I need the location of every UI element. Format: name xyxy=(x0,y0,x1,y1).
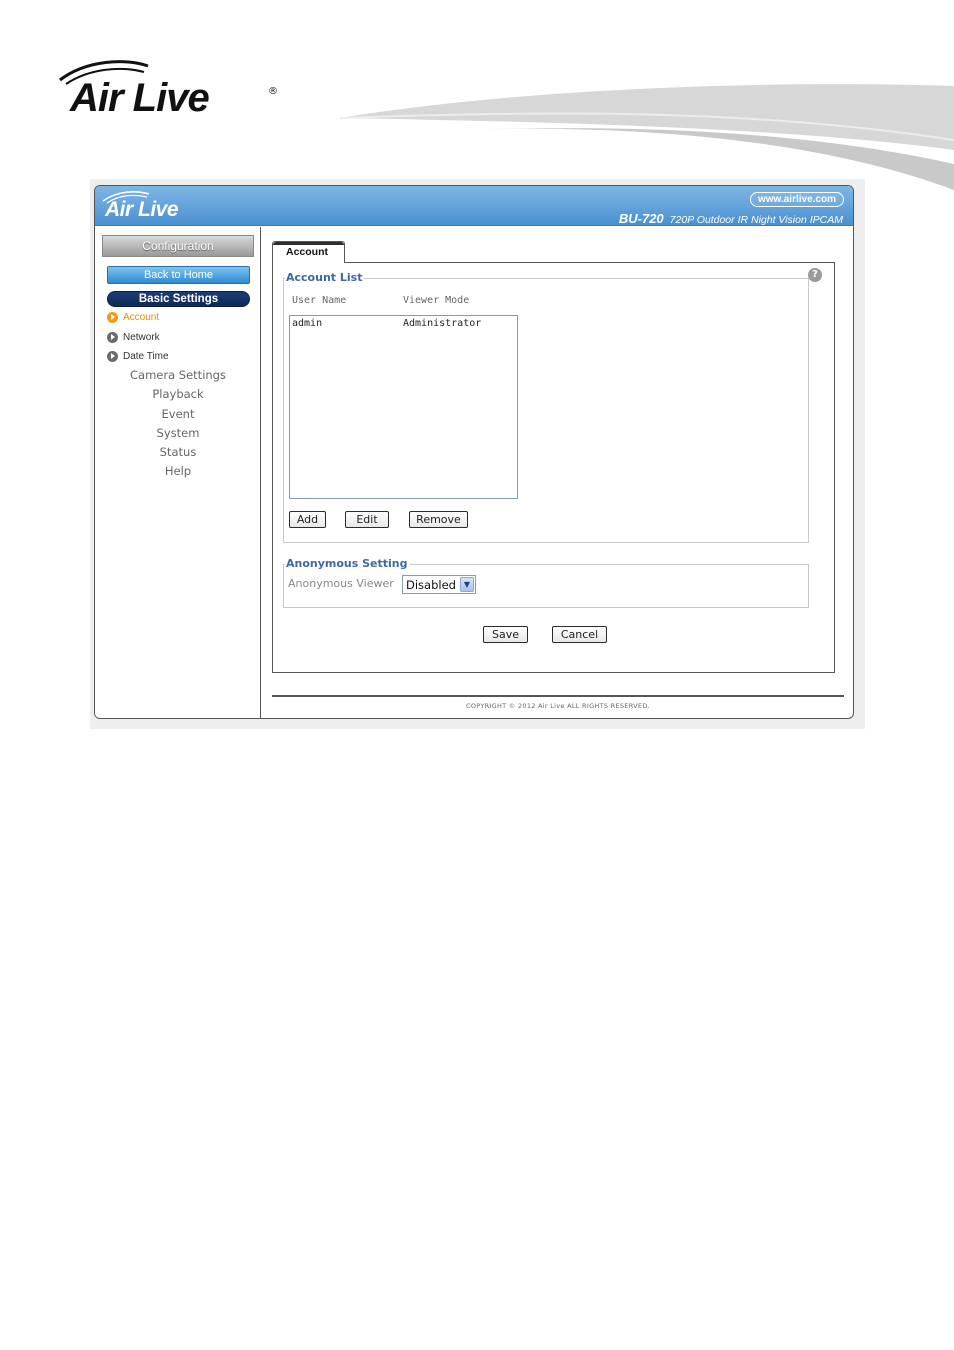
basic-settings-button[interactable]: Basic Settings xyxy=(107,291,250,307)
help-icon[interactable]: ? xyxy=(808,268,822,282)
column-header-viewer-mode: Viewer Mode xyxy=(403,295,470,306)
sidebar-item-network[interactable]: Network xyxy=(107,330,160,344)
logo-text: Air Live xyxy=(70,76,210,120)
model-description: 720P Outdoor IR Night Vision IPCAM xyxy=(669,214,843,226)
sidebar-item-playback[interactable]: Playback xyxy=(95,387,261,403)
account-viewer-mode: Administrator xyxy=(403,318,482,329)
sidebar: Configuration Back to Home Basic Setting… xyxy=(95,227,261,718)
cancel-button[interactable]: Cancel xyxy=(552,626,607,643)
sidebar-item-label: Account xyxy=(123,311,160,323)
banner-logo-text: Air Live xyxy=(105,198,179,221)
sidebar-item-account[interactable]: Account xyxy=(107,310,159,324)
account-user-name: admin xyxy=(292,318,323,329)
sidebar-item-status[interactable]: Status xyxy=(95,445,261,461)
back-to-home-button[interactable]: Back to Home xyxy=(107,266,250,284)
edit-account-button[interactable]: Edit xyxy=(345,511,389,528)
document-header: Air Live ® xyxy=(0,0,954,200)
play-bullet-icon xyxy=(107,311,118,323)
column-header-user-name: User Name xyxy=(292,295,347,306)
sidebar-item-help[interactable]: Help xyxy=(95,464,261,480)
model-name: BU-720 xyxy=(618,211,664,226)
app-banner: Air Live www.airlive.com BU-720 720P Outd… xyxy=(95,186,853,226)
copyright-text: COPYRIGHT © 2012 Air Live ALL RIGHTS RES… xyxy=(465,702,651,710)
sidebar-item-system[interactable]: System xyxy=(95,426,261,442)
account-panel: ? Account List User Name Viewer Mode adm… xyxy=(272,262,835,673)
chevron-down-icon[interactable]: ▼ xyxy=(460,577,474,592)
sidebar-item-label: Network xyxy=(123,331,160,343)
camera-web-ui: Air Live www.airlive.com BU-720 720P Outd… xyxy=(94,185,854,719)
main-content: Account ? Account List User Name Viewer … xyxy=(262,227,853,718)
anonymous-setting-group: Anonymous Setting Anonymous Viewer Disab… xyxy=(283,557,809,608)
play-bullet-icon xyxy=(107,350,118,362)
account-list-legend: Account List xyxy=(285,271,365,284)
select-value: Disabled xyxy=(406,578,456,592)
registered-mark: ® xyxy=(268,86,278,97)
model-title: BU-720 720P Outdoor IR Night Vision IPCAM xyxy=(619,210,843,228)
sidebar-item-event[interactable]: Event xyxy=(95,407,261,423)
website-link[interactable]: www.airlive.com xyxy=(750,192,844,207)
sidebar-item-date-time[interactable]: Date Time xyxy=(107,349,169,363)
airlive-logo: Air Live ® xyxy=(56,58,286,128)
remove-account-button[interactable]: Remove xyxy=(409,511,468,528)
anonymous-viewer-select[interactable]: Disabled ▼ xyxy=(402,575,476,594)
anonymous-viewer-label: Anonymous Viewer xyxy=(288,577,394,590)
sidebar-item-camera-settings[interactable]: Camera Settings xyxy=(95,368,261,384)
header-swoosh-decoration xyxy=(340,84,954,190)
anonymous-setting-legend: Anonymous Setting xyxy=(285,557,410,570)
account-listbox[interactable]: admin Administrator xyxy=(289,315,518,499)
save-button[interactable]: Save xyxy=(483,626,528,643)
tab-account[interactable]: Account xyxy=(272,241,345,263)
configuration-header: Configuration xyxy=(102,235,254,257)
play-bullet-icon xyxy=(107,331,118,343)
account-list-group: Account List User Name Viewer Mode admin… xyxy=(283,271,809,543)
add-account-button[interactable]: Add xyxy=(289,511,326,528)
footer-divider xyxy=(272,695,844,697)
sidebar-item-label: Date Time xyxy=(123,350,169,362)
